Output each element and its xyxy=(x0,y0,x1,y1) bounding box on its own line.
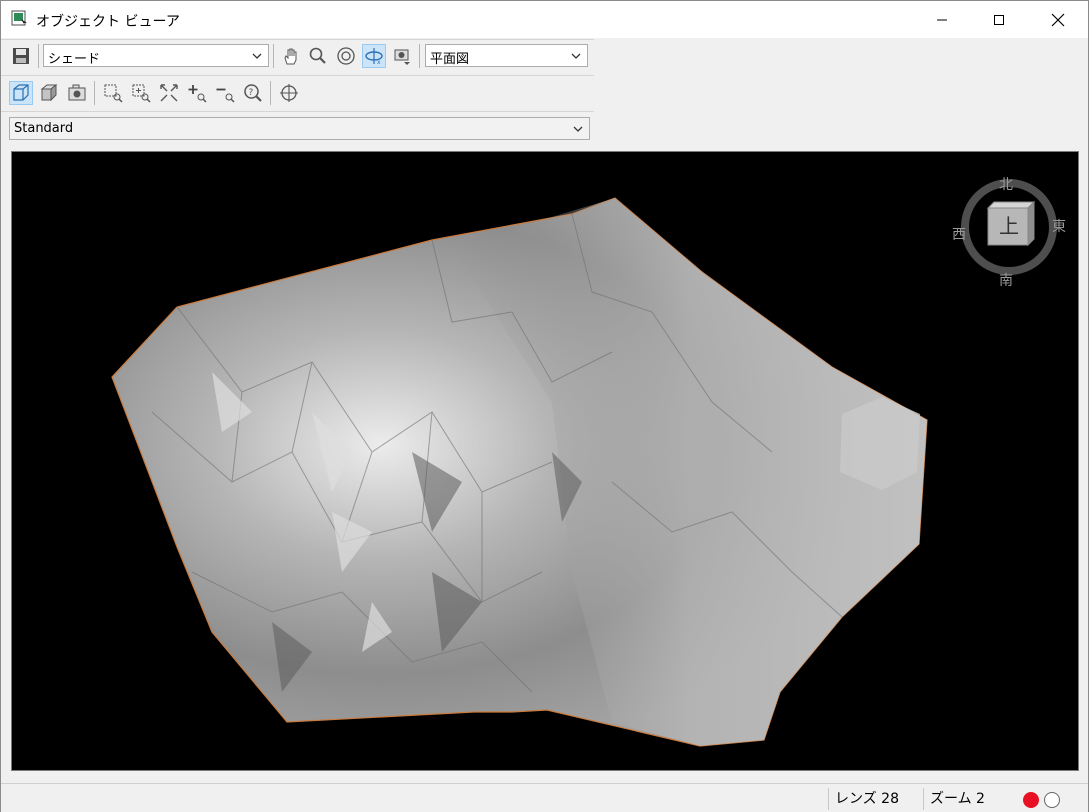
camera-icon xyxy=(68,84,86,101)
pan-hand-icon xyxy=(284,48,297,65)
toolbar-divider xyxy=(419,44,420,68)
view-mode-value: 平面図 xyxy=(430,52,470,67)
navigation-compass[interactable]: 北 南 東 西 上 xyxy=(952,174,1067,289)
render-mode-value: シェード xyxy=(48,52,101,67)
minimize-button[interactable] xyxy=(919,1,965,38)
wireframe-button[interactable] xyxy=(9,81,33,105)
lens-status: レンズ 28 xyxy=(828,788,918,810)
zoom-window-icon xyxy=(104,84,123,103)
maximize-button[interactable] xyxy=(976,1,1022,38)
zoom-in-button[interactable] xyxy=(185,81,209,105)
save-icon xyxy=(13,48,29,64)
rotate-x-icon: x xyxy=(365,48,383,66)
object-viewer-window: オブジェクト ビューア シェード x 平面図 ? Standard 北 南 東 … xyxy=(0,0,1089,812)
target-button[interactable] xyxy=(277,81,301,105)
zoom-center-icon xyxy=(132,84,151,103)
orbit-target-icon xyxy=(337,47,355,65)
toolbar-divider xyxy=(270,81,271,105)
3d-viewport[interactable]: 北 南 東 西 上 xyxy=(11,151,1079,771)
zoom-in-icon xyxy=(188,85,207,103)
compass-east[interactable]: 東 xyxy=(1052,216,1066,236)
svg-text:?: ? xyxy=(249,88,254,98)
zoom-help-button[interactable]: ? xyxy=(241,81,265,105)
terrain-mesh-render xyxy=(111,197,928,747)
title-bar[interactable]: オブジェクト ビューア xyxy=(1,1,1088,38)
style-select-value: Standard xyxy=(14,121,74,136)
wireframe-box-icon xyxy=(13,84,29,101)
toolbar-separator-mid xyxy=(1,75,594,76)
zoom-icon xyxy=(309,47,326,64)
style-select[interactable]: Standard xyxy=(9,117,590,140)
toolbar-divider xyxy=(38,44,39,68)
toolbar-divider xyxy=(94,81,95,105)
solid-box-icon xyxy=(40,83,58,102)
camera-button[interactable] xyxy=(65,81,89,105)
compass-south[interactable]: 南 xyxy=(999,270,1013,290)
camera-view-icon xyxy=(394,49,410,65)
object-viewer-app-icon xyxy=(11,10,28,27)
chevron-down-icon xyxy=(252,53,262,59)
toolbar-separator-bottom xyxy=(1,111,594,112)
render-mode-select[interactable]: シェード xyxy=(43,44,269,67)
zoom-out-icon xyxy=(216,88,235,103)
record-red-indicator[interactable] xyxy=(1023,792,1039,808)
zoom-extents-button[interactable] xyxy=(157,81,181,105)
chevron-down-icon xyxy=(573,126,583,132)
zoom-center-button[interactable] xyxy=(129,81,153,105)
toolbar-divider xyxy=(273,44,274,68)
solid-button[interactable] xyxy=(37,81,61,105)
toolbar-separator-top xyxy=(1,39,594,40)
save-button[interactable] xyxy=(9,44,33,68)
svg-text:x: x xyxy=(377,59,381,66)
compass-face-top[interactable]: 上 xyxy=(999,210,1019,239)
window-title: オブジェクト ビューア xyxy=(36,14,180,30)
maximize-icon xyxy=(994,14,1004,25)
view-mode-select[interactable]: 平面図 xyxy=(425,44,588,67)
zoom-help-icon: ? xyxy=(244,84,262,102)
rotate-x-button[interactable]: x xyxy=(362,44,386,68)
zoom-button[interactable] xyxy=(306,44,330,68)
orbit-target-button[interactable] xyxy=(334,44,358,68)
compass-north[interactable]: 北 xyxy=(999,174,1013,194)
zoom-window-button[interactable] xyxy=(101,81,125,105)
compass-west[interactable]: 西 xyxy=(952,224,966,244)
zoom-status: ズーム 2 xyxy=(923,788,1013,810)
camera-view-button[interactable] xyxy=(390,44,414,68)
chevron-down-icon xyxy=(571,53,581,59)
pan-button[interactable] xyxy=(279,44,303,68)
close-button[interactable] xyxy=(1035,1,1081,38)
target-crosshair-icon xyxy=(280,84,298,102)
close-icon xyxy=(1051,13,1065,26)
minimize-icon xyxy=(937,19,947,20)
record-empty-indicator[interactable] xyxy=(1044,792,1060,808)
zoom-extents-icon xyxy=(160,84,178,102)
status-bar: レンズ 28 ズーム 2 xyxy=(1,783,1088,812)
zoom-out-button[interactable] xyxy=(213,81,237,105)
